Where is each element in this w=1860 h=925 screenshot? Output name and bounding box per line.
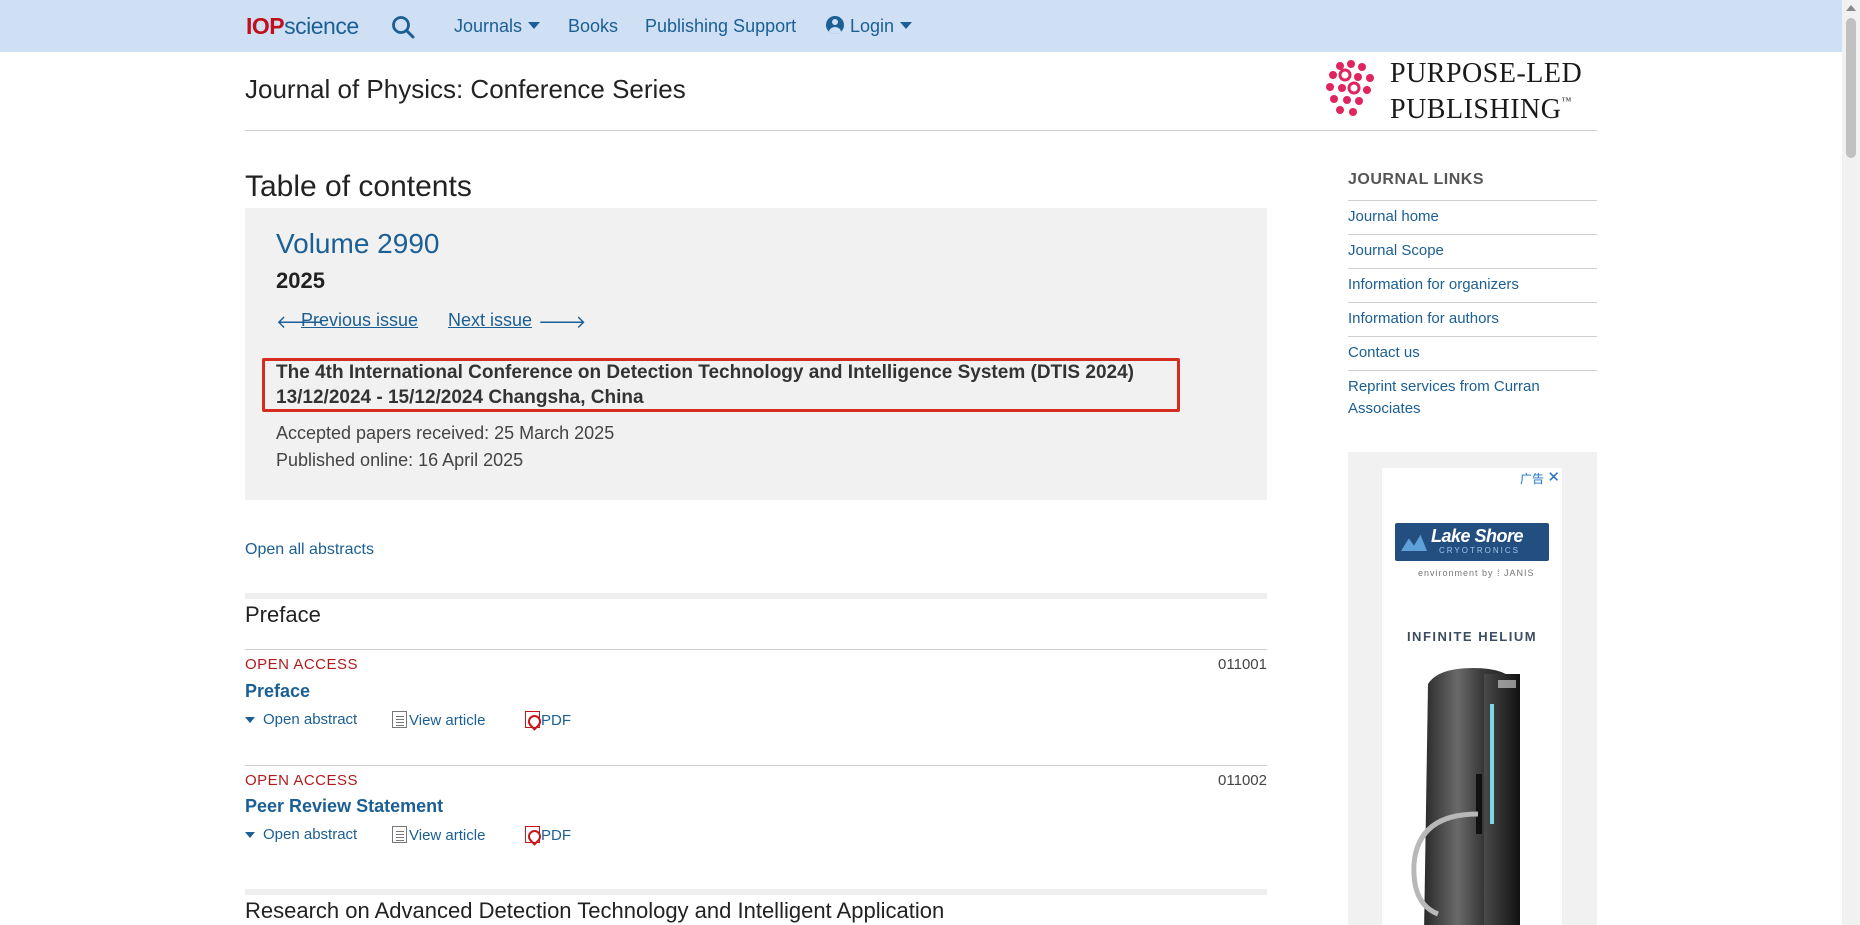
open-access-badge: OPEN ACCESS [245, 656, 359, 673]
chevron-down-icon [245, 717, 255, 723]
pdf-label: PDF [541, 827, 571, 844]
ppl-trademark: ™ [1561, 96, 1572, 107]
ad-label: 广告 [1519, 472, 1544, 486]
scroll-thumb[interactable] [1846, 18, 1856, 158]
open-abstract-label: Open abstract [263, 826, 358, 843]
conference-title: The 4th International Conference on Dete… [276, 362, 1134, 383]
sidebar-link-info-organizers[interactable]: Information for organizers [1348, 268, 1597, 302]
article-number: 011001 [1218, 656, 1267, 673]
open-abstract-button[interactable]: Open abstract [245, 826, 357, 843]
nav-books[interactable]: Books [568, 16, 618, 37]
section-title-research: Research on Advanced Detection Technolog… [245, 898, 945, 923]
nav-login[interactable]: Login [826, 16, 913, 37]
section-divider [245, 593, 1267, 599]
ppl-wordmark: PURPOSE-LED PUBLISHING™ [1390, 60, 1582, 124]
sidebar-link-info-authors[interactable]: Information for authors [1348, 302, 1597, 336]
view-article-label: View article [409, 827, 486, 844]
chevron-down-icon [245, 832, 255, 838]
view-article-label: View article [409, 712, 486, 729]
open-all-abstracts-link[interactable]: Open all abstracts [245, 541, 374, 559]
scroll-up-arrow-icon[interactable] [1846, 5, 1856, 11]
helium-machine-image [1411, 668, 1520, 925]
ad-brand-sub: CRYOTRONICS [1439, 546, 1520, 555]
ad-headline: INFINITE HELIUM [1406, 629, 1538, 644]
page-title: Table of contents [245, 170, 472, 203]
nav-journals[interactable]: Journals [454, 16, 541, 37]
sidebar-link-journal-scope[interactable]: Journal Scope [1348, 234, 1597, 268]
journal-links-heading: JOURNAL LINKS [1348, 171, 1484, 188]
pdf-link[interactable]: PDF [525, 711, 571, 729]
ppl-line-1: PURPOSE-LED [1390, 58, 1583, 89]
open-abstract-label: Open abstract [263, 711, 358, 728]
purpose-led-publishing-logo[interactable]: PURPOSE-LED PUBLISHING™ [1324, 58, 1596, 124]
ad-env-text: environment by ⁞ JANIS [1418, 568, 1535, 578]
nav-publishing-support[interactable]: Publishing Support [645, 16, 796, 37]
journal-title[interactable]: Journal of Physics: Conference Series [245, 74, 686, 105]
chevron-down-icon [528, 22, 541, 29]
section-title-preface: Preface [245, 602, 321, 627]
article-divider [245, 765, 1267, 766]
nav-login-label: Login [850, 16, 895, 36]
nav-journals-label: Journals [454, 16, 523, 36]
lakeshore-logo: Lake Shore CRYOTRONICS [1395, 523, 1549, 561]
ppl-logo-icon [1326, 60, 1374, 116]
volume-title[interactable]: Volume 2990 [276, 228, 439, 260]
next-issue-link[interactable]: Next issue [448, 310, 532, 331]
arrow-right-icon: 🡒 [538, 312, 587, 332]
accepted-date: Accepted papers received: 25 March 2025 [276, 423, 615, 443]
article-divider [245, 649, 1267, 650]
view-article-link[interactable]: View article [392, 711, 485, 729]
search-icon[interactable] [390, 14, 416, 40]
open-access-badge: OPEN ACCESS [245, 772, 359, 789]
wave-icon [1401, 534, 1427, 551]
ad-brand: Lake Shore [1431, 526, 1524, 546]
logo-iop-text: IOP [246, 13, 285, 39]
section-divider [245, 889, 1267, 895]
document-icon [392, 826, 407, 843]
document-icon [392, 711, 407, 728]
journal-links-list: Journal home Journal Scope Information f… [1348, 200, 1597, 426]
sidebar-link-contact-us[interactable]: Contact us [1348, 336, 1597, 370]
chevron-down-icon [900, 22, 913, 29]
header-divider [245, 130, 1597, 131]
conference-dates-location: 13/12/2024 - 15/12/2024 Changsha, China [276, 387, 644, 408]
user-icon [826, 16, 844, 34]
article-number: 011002 [1218, 772, 1267, 789]
close-icon[interactable]: ✕ [1547, 468, 1560, 486]
logo-science-text: science [284, 13, 359, 39]
pdf-icon [525, 711, 540, 728]
open-abstract-button[interactable]: Open abstract [245, 711, 357, 728]
sidebar-link-reprint-services[interactable]: Reprint services from Curran Associates [1348, 370, 1597, 426]
pdf-label: PDF [541, 712, 571, 729]
pdf-link[interactable]: PDF [525, 826, 571, 844]
pdf-icon [525, 826, 540, 843]
advertisement[interactable]: 广告 ✕ Lake Shore CRYOTRONICS environment … [1382, 468, 1562, 925]
ppl-line-2: PUBLISHING [1390, 94, 1562, 125]
previous-issue-link[interactable]: Previous issue [301, 310, 418, 331]
volume-year: 2025 [276, 268, 325, 293]
iopscience-logo[interactable]: IOPscience [246, 13, 359, 40]
view-article-link[interactable]: View article [392, 826, 485, 844]
article-title[interactable]: Preface [245, 681, 310, 702]
published-date: Published online: 16 April 2025 [276, 450, 524, 470]
article-title[interactable]: Peer Review Statement [245, 796, 443, 817]
sidebar-link-journal-home[interactable]: Journal home [1348, 200, 1597, 234]
top-nav: IOPscience Journals Books Publishing Sup… [0, 0, 1842, 52]
scrollbar[interactable] [1842, 0, 1860, 925]
